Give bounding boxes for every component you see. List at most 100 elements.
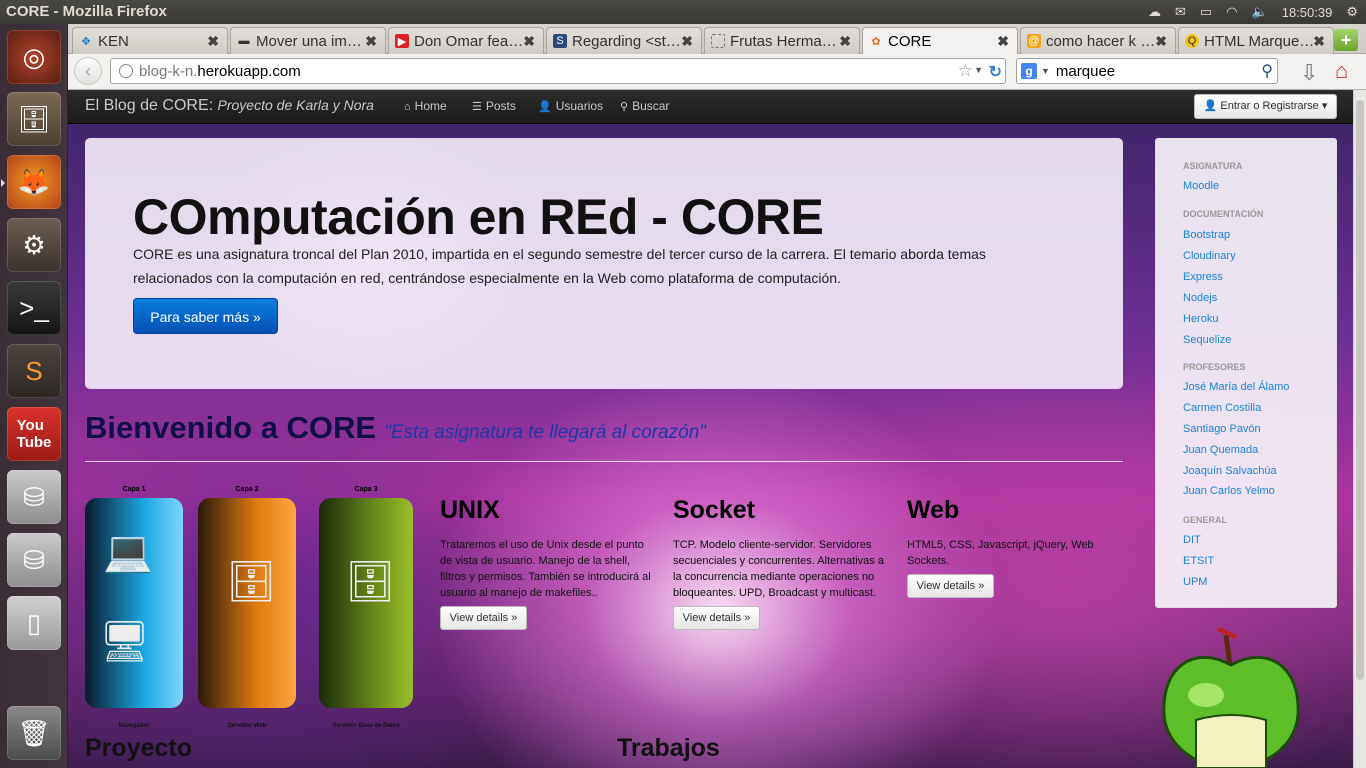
column-text: Trataremos el uso de Unix desde el punto… <box>440 539 651 599</box>
web-details-button[interactable]: View details » <box>907 574 994 598</box>
power-gear-icon[interactable]: ⚙ <box>1346 4 1358 20</box>
learn-more-button[interactable]: Para saber más » <box>133 298 278 334</box>
tab-favicon: ✿ <box>871 36 881 48</box>
youtube-icon[interactable]: You Tube <box>7 407 61 461</box>
engine-dropdown-icon[interactable]: ▼ <box>1041 66 1050 76</box>
close-icon[interactable]: ✖ <box>207 33 219 50</box>
files-icon[interactable]: 🗄 <box>7 92 61 146</box>
sidebar-link-profesor[interactable]: Santiago Pavón <box>1183 423 1261 435</box>
reload-icon[interactable]: ↻ <box>989 62 1002 82</box>
nav-posts[interactable]: ☰ Posts <box>472 99 516 113</box>
search-icon: ⚲ <box>620 101 629 113</box>
volume-icon[interactable]: 🔈 <box>1252 4 1268 20</box>
close-icon[interactable]: ✖ <box>681 33 693 50</box>
tab-html-marquee[interactable]: Q HTML Marque… ✖ <box>1178 27 1334 54</box>
divider <box>85 461 1123 462</box>
wifi-icon[interactable]: ◠ <box>1226 4 1237 20</box>
terminal-icon[interactable]: >_ <box>7 281 61 335</box>
tab-favicon <box>711 34 725 48</box>
section-proyecto-heading: Proyecto <box>85 734 192 762</box>
nav-home[interactable]: ⌂ Home <box>404 99 447 113</box>
sidebar-link-bootstrap[interactable]: Bootstrap <box>1183 229 1230 241</box>
history-dropdown-icon[interactable]: ▼ <box>974 65 983 75</box>
sidebar-heading-asignatura: ASIGNATURA <box>1183 161 1243 171</box>
sidebar-link-moodle[interactable]: Moodle <box>1183 180 1219 192</box>
sidebar-heading-profesores: PROFESORES <box>1183 362 1246 372</box>
brand-subtitle: Proyecto de Karla y Nora <box>217 97 374 113</box>
ubuntu-icon[interactable]: ◎ <box>7 30 61 84</box>
sidebar-link-nodejs[interactable]: Nodejs <box>1183 292 1217 304</box>
socket-column: Socket TCP. Modelo cliente-servidor. Ser… <box>673 496 888 601</box>
google-engine-icon[interactable]: g <box>1021 63 1037 79</box>
web-page: El Blog de CORE: Proyecto de Karla y Nor… <box>68 90 1353 768</box>
close-icon[interactable]: ✖ <box>523 33 535 50</box>
downloads-icon[interactable]: ⇩ <box>1300 60 1318 86</box>
hero-title: COmputación en REd - CORE <box>133 189 824 245</box>
nav-usuarios[interactable]: 👤 Usuarios <box>538 99 603 113</box>
firefox-window: ✥ KEN ✖ ▬ Mover una im… ✖ ▶ Don Omar fea… ✖ SR… <box>68 24 1366 768</box>
tab-frutas[interactable]: Frutas Herma… ✖ <box>704 27 860 54</box>
unix-details-button[interactable]: View details » <box>440 606 527 630</box>
bookmark-star-icon[interactable]: ☆ <box>958 61 973 81</box>
tab-ken[interactable]: ✥ KEN ✖ <box>72 27 228 54</box>
url-domain: herokuapp.com <box>197 62 301 80</box>
disk-icon[interactable]: ⛁ <box>7 470 61 524</box>
cloud-icon[interactable]: ☁ <box>1148 4 1161 20</box>
battery-icon[interactable]: ▭ <box>1200 4 1212 20</box>
home-icon[interactable]: ⌂ <box>1335 58 1348 84</box>
sublime-icon[interactable]: S <box>7 344 61 398</box>
sidebar-link-profesor[interactable]: Juan Quemada <box>1183 444 1258 456</box>
settings-icon[interactable]: ⚙ <box>7 218 61 272</box>
launcher: ◎ 🗄 🦊 ⚙ >_ S You Tube ⛁ ⛁ ▯ 🗑 <box>0 24 68 768</box>
tab-favicon: Q <box>1185 34 1199 48</box>
sidebar-link-sequelize[interactable]: Sequelize <box>1183 334 1231 346</box>
sidebar-link-profesor[interactable]: José María del Álamo <box>1183 381 1289 393</box>
tab-favicon: ▬ <box>238 35 250 47</box>
close-icon[interactable]: ✖ <box>365 33 377 50</box>
column-text: TCP. Modelo cliente-servidor. Servidores… <box>673 539 884 599</box>
clock[interactable]: 18:50:39 <box>1282 5 1333 20</box>
new-tab-button[interactable]: + <box>1334 29 1358 51</box>
sidebar-link-heroku[interactable]: Heroku <box>1183 313 1218 325</box>
section-trabajos-heading: Trabajos <box>617 734 720 762</box>
ipod-icon[interactable]: ▯ <box>7 596 61 650</box>
sidebar-link-upm[interactable]: UPM <box>1183 576 1207 588</box>
search-input[interactable]: marquee <box>1056 63 1115 80</box>
close-icon[interactable]: ✖ <box>997 33 1009 50</box>
sidebar-link-dit[interactable]: DIT <box>1183 534 1201 546</box>
tab-como-hacer[interactable]: @ como hacer k … ✖ <box>1020 27 1176 54</box>
tab-favicon: S <box>553 34 567 48</box>
scrollbar-thumb[interactable] <box>1356 100 1364 680</box>
login-dropdown-button[interactable]: 👤 Entrar o Registrarse ▾ <box>1194 94 1337 119</box>
firefox-icon[interactable]: 🦊 <box>1 155 61 209</box>
apple-icon <box>1162 627 1300 768</box>
laptop-icon: 💻 <box>103 530 153 574</box>
sidebar-link-profesor[interactable]: Carmen Costilla <box>1183 402 1261 414</box>
search-icon[interactable]: ⚲ <box>1261 61 1273 81</box>
site-brand[interactable]: El Blog de CORE: Proyecto de Karla y Nor… <box>85 97 374 115</box>
tab-don-omar[interactable]: ▶ Don Omar fea… ✖ <box>388 27 544 54</box>
sidebar-link-profesor[interactable]: Juan Carlos Yelmo <box>1183 485 1275 497</box>
socket-details-button[interactable]: View details » <box>673 606 760 630</box>
list-icon: ☰ <box>472 101 482 113</box>
tab-regarding[interactable]: S Regarding <st… ✖ <box>546 27 702 54</box>
tab-core[interactable]: ✿ CORE ✖ <box>862 27 1018 55</box>
column-title: UNIX <box>440 496 500 524</box>
page-scrollbar[interactable] <box>1353 90 1366 768</box>
close-icon[interactable]: ✖ <box>839 33 851 50</box>
disk2-icon[interactable]: ⛁ <box>7 533 61 587</box>
sidebar-link-profesor[interactable]: Joaquín Salvachúa <box>1183 465 1277 477</box>
nav-buscar[interactable]: ⚲ Buscar <box>620 99 669 113</box>
sidebar-link-cloudinary[interactable]: Cloudinary <box>1183 250 1236 262</box>
trash-icon[interactable]: 🗑 <box>7 706 61 760</box>
close-icon[interactable]: ✖ <box>1155 33 1167 50</box>
search-bar[interactable]: g ▼ marquee ⚲ <box>1016 58 1278 84</box>
sidebar-link-express[interactable]: Express <box>1183 271 1223 283</box>
window-title: CORE - Mozilla Firefox <box>6 3 167 20</box>
sidebar-link-etsit[interactable]: ETSIT <box>1183 555 1214 567</box>
tab-mover-imagen[interactable]: ▬ Mover una im… ✖ <box>230 27 386 54</box>
back-button[interactable]: ‹ <box>74 57 102 85</box>
mail-icon[interactable]: ✉ <box>1175 4 1186 20</box>
url-bar[interactable]: blog-k-n. herokuapp.com ☆ ▼ ↻ <box>110 58 1006 84</box>
close-icon[interactable]: ✖ <box>1313 33 1325 50</box>
